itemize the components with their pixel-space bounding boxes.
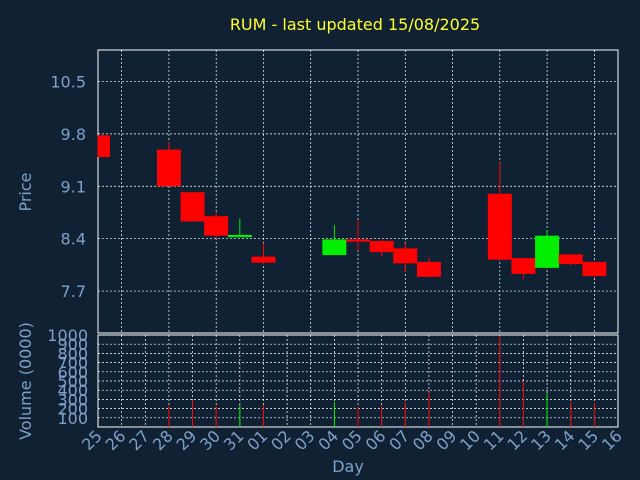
candle-body	[393, 248, 418, 264]
candle-body	[156, 149, 181, 187]
day-axis-label: Day	[332, 457, 364, 476]
candle-body	[369, 240, 394, 253]
volume-axis-label: Volume (0000)	[16, 322, 35, 440]
candle-body	[204, 216, 229, 236]
candle-body	[180, 192, 205, 222]
candle-body	[582, 261, 607, 277]
price-axis-label: Price	[16, 172, 35, 211]
price-tick-label: 9.1	[61, 177, 86, 196]
volume-tick-label: 1000	[47, 326, 88, 345]
candle-body	[227, 234, 252, 238]
price-tick-label: 7.7	[61, 282, 86, 301]
candle-body	[322, 239, 347, 256]
candle-body	[511, 258, 536, 274]
candle-body	[98, 135, 110, 158]
price-tick-label: 9.8	[61, 125, 86, 144]
price-tick-label: 10.5	[50, 72, 86, 91]
chart-title: RUM - last updated 15/08/2025	[230, 15, 480, 34]
candle-body	[558, 254, 583, 265]
candle-body	[487, 193, 512, 260]
candle-body	[251, 256, 276, 263]
candle-body	[535, 235, 560, 268]
price-tick-label: 8.4	[61, 230, 86, 249]
price-volume-chart: RUM - last updated 15/08/2025 Price Volu…	[0, 0, 640, 480]
candle-body	[416, 261, 441, 277]
candle-body	[346, 239, 370, 242]
